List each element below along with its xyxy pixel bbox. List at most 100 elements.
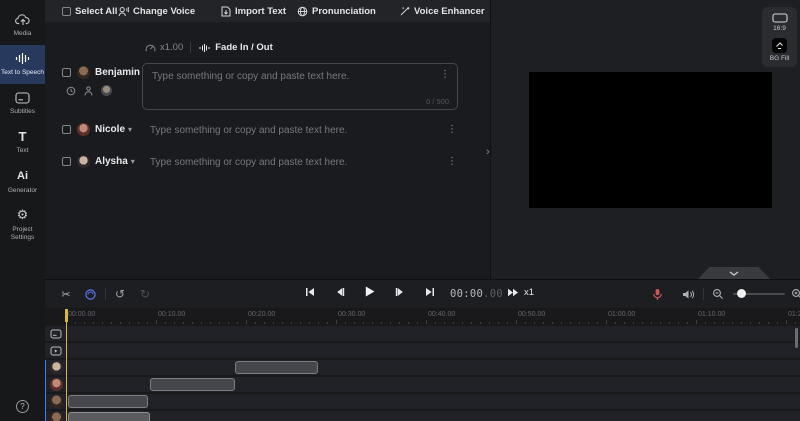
tts-input-placeholder[interactable]: Type something or copy and paste text he… bbox=[150, 125, 347, 136]
timeline-clip[interactable] bbox=[68, 412, 150, 421]
chevron-down-icon[interactable]: ▾ bbox=[131, 157, 135, 166]
timeline-clip[interactable] bbox=[150, 378, 235, 391]
ruler-minor-tick bbox=[777, 322, 778, 324]
skip-to-start-button[interactable] bbox=[303, 285, 316, 298]
person-icon[interactable] bbox=[84, 85, 93, 96]
ruler-time-label: 00:40.00 bbox=[428, 311, 456, 318]
more-options-icon[interactable]: ⋮ bbox=[440, 69, 450, 80]
sidebar-item-media[interactable]: Media bbox=[0, 6, 45, 45]
ruler-minor-tick bbox=[435, 322, 436, 324]
preview-settings-panel: 16:9 BG Fill bbox=[762, 7, 797, 67]
nicole-track-avatar[interactable] bbox=[49, 378, 63, 391]
undo-icon[interactable]: ↺ bbox=[113, 287, 127, 301]
sidebar-item-label: Project Settings bbox=[10, 225, 35, 241]
speaker-checkbox[interactable] bbox=[62, 157, 71, 166]
timeline-zoom-slider[interactable] bbox=[733, 289, 785, 298]
voice-enhancer-label: Voice Enhancer bbox=[414, 5, 485, 17]
nicole-avatar[interactable] bbox=[77, 123, 90, 136]
aspect-ratio-button[interactable]: 16:9 bbox=[771, 13, 788, 32]
timeline-clip[interactable] bbox=[235, 361, 318, 374]
split-scissors-icon[interactable]: ✂ bbox=[59, 287, 73, 301]
magic-tool-icon[interactable] bbox=[83, 287, 97, 301]
ruler-minor-tick bbox=[165, 322, 166, 324]
preview-collapse-tab[interactable] bbox=[698, 267, 770, 279]
subtitles-track-icon[interactable] bbox=[49, 327, 63, 340]
ruler-minor-tick bbox=[291, 322, 292, 324]
history-clock-icon[interactable] bbox=[66, 86, 76, 96]
help-button[interactable]: ? bbox=[0, 400, 45, 413]
ruler-minor-tick bbox=[174, 322, 175, 324]
change-voice-label: Change Voice bbox=[133, 5, 196, 17]
skip-to-end-button[interactable] bbox=[423, 285, 436, 298]
ruler-minor-tick bbox=[192, 322, 193, 324]
timeline-ruler[interactable]: 00:00.00 00:10.00 00:20.00 00:30.00 00:40.00… bbox=[45, 308, 800, 326]
ruler-minor-tick bbox=[147, 322, 148, 324]
more-options-icon[interactable]: ⋮ bbox=[447, 124, 457, 135]
change-voice-icon bbox=[118, 6, 129, 17]
sidebar-item-subtitles[interactable]: Subtitles bbox=[0, 84, 45, 123]
ruler-minor-tick bbox=[84, 322, 85, 324]
select-all-checkbox[interactable]: Select All bbox=[62, 6, 117, 17]
ai-letters-icon: Ai bbox=[17, 170, 28, 182]
transport-controls bbox=[303, 285, 436, 298]
preview-panel: 16:9 BG Fill bbox=[490, 0, 800, 279]
video-track-icon[interactable] bbox=[49, 344, 63, 357]
sidebar-item-project-settings[interactable]: ⚙ Project Settings bbox=[0, 202, 45, 249]
pronunciation-button[interactable]: Pronunciation bbox=[297, 6, 376, 17]
aspect-ratio-label: 16:9 bbox=[773, 25, 786, 32]
speaker-checkbox[interactable] bbox=[62, 68, 71, 77]
alysha-avatar[interactable] bbox=[77, 155, 90, 168]
benjamin-track-avatar[interactable] bbox=[49, 412, 63, 421]
speaker-row-nicole: Nicole ▾ bbox=[62, 123, 132, 136]
ruler-minor-tick bbox=[534, 322, 535, 324]
playhead-line[interactable] bbox=[66, 320, 67, 421]
fade-in-out-button[interactable]: Fade In / Out bbox=[198, 42, 273, 53]
video-preview-screen[interactable] bbox=[529, 72, 772, 208]
help-icon: ? bbox=[16, 400, 29, 413]
scrollbar-thumb[interactable] bbox=[795, 328, 798, 348]
timecode-display: 00:00.00 bbox=[450, 288, 503, 300]
ruler-minor-tick bbox=[399, 322, 400, 324]
ruler-minor-tick bbox=[444, 322, 445, 324]
timeline-toolbar: ✂ ↺ ↻ 00:00.00 x1 bbox=[45, 280, 800, 308]
tts-input-placeholder[interactable]: Type something or copy and paste text he… bbox=[150, 157, 347, 168]
alysha-track-avatar[interactable] bbox=[49, 361, 63, 374]
ruler-minor-tick bbox=[462, 322, 463, 324]
avatar bbox=[49, 361, 63, 374]
speed-control[interactable]: x1.00 bbox=[145, 42, 183, 53]
playback-speed-button[interactable]: x1 bbox=[507, 287, 534, 298]
play-button[interactable] bbox=[363, 285, 376, 298]
chevron-down-icon[interactable]: ▾ bbox=[128, 125, 132, 134]
bg-fill-button[interactable]: BG Fill bbox=[769, 38, 790, 62]
benjamin-track-avatar[interactable] bbox=[49, 395, 63, 408]
tts-text-input[interactable]: Type something or copy and paste text he… bbox=[142, 63, 458, 110]
speaker-volume-icon[interactable] bbox=[681, 287, 695, 301]
zoom-in-icon[interactable] bbox=[790, 287, 800, 301]
fade-in-out-label: Fade In / Out bbox=[215, 42, 273, 53]
next-frame-button[interactable] bbox=[393, 285, 406, 298]
waveform-icon bbox=[15, 51, 30, 66]
voice-preset-avatar[interactable] bbox=[101, 85, 112, 96]
benjamin-avatar[interactable] bbox=[77, 66, 90, 79]
more-options-icon[interactable]: ⋮ bbox=[447, 156, 457, 167]
sidebar-item-generator[interactable]: Ai Generator bbox=[0, 163, 45, 202]
microphone-icon[interactable] bbox=[650, 287, 664, 301]
panel-expand-handle[interactable]: › bbox=[486, 146, 490, 158]
ruler-time-label: 00:00.00 bbox=[68, 311, 96, 318]
speaker-name: Benjamin bbox=[95, 67, 141, 78]
ruler-minor-tick bbox=[543, 322, 544, 324]
sidebar-item-text[interactable]: T Text bbox=[0, 123, 45, 162]
speaker-name: Alysha bbox=[95, 156, 128, 167]
bg-fill-label: BG Fill bbox=[769, 55, 790, 62]
zoom-slider-knob[interactable] bbox=[737, 289, 746, 298]
sidebar-item-text-to-speech[interactable]: Text to Speech bbox=[0, 45, 45, 85]
sidebar-items: Media Text to Speech Subtitles T Text Ai Gener… bbox=[0, 0, 45, 249]
redo-icon[interactable]: ↻ bbox=[138, 287, 152, 301]
change-voice-button[interactable]: Change Voice bbox=[118, 6, 195, 17]
import-text-button[interactable]: Import Text bbox=[221, 6, 286, 17]
speaker-checkbox[interactable] bbox=[62, 125, 71, 134]
text-to-speech-panel: Select All Change Voice Import Text Pron… bbox=[45, 0, 512, 279]
timeline-clip[interactable] bbox=[68, 395, 148, 408]
zoom-out-icon[interactable] bbox=[711, 287, 725, 301]
previous-frame-button[interactable] bbox=[333, 285, 346, 298]
